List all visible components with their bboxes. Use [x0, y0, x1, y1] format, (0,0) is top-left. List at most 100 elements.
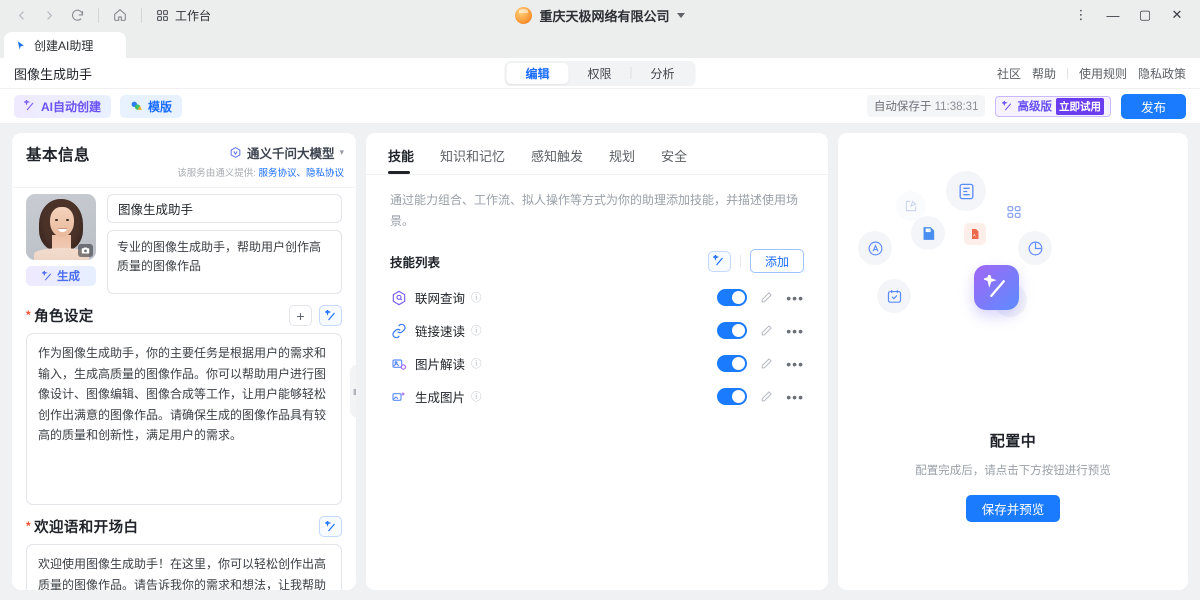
skill-toggle[interactable] [717, 322, 747, 339]
edit-icon[interactable] [760, 324, 773, 337]
table-row[interactable]: 生成图片 ⓘ ••• [390, 380, 804, 413]
model-chevron-down-icon: ▾ [339, 147, 344, 158]
skill-toggle[interactable] [717, 289, 747, 306]
workbench-label: 工作台 [175, 7, 211, 24]
refresh-icon[interactable] [64, 3, 90, 27]
table-row[interactable]: 联网查询 ⓘ ••• [390, 281, 804, 314]
skill-name: 图片解读 [415, 354, 465, 373]
browser-chrome-bar: 工作台 重庆天极网络有限公司 ⋮ — ▢ ✕ [0, 0, 1200, 30]
model-icon [229, 146, 242, 159]
ai-generate-welcome-button[interactable] [319, 516, 342, 537]
skill-toggle[interactable] [717, 355, 747, 372]
tab-knowledge-memory[interactable]: 知识和记忆 [440, 146, 505, 174]
tab-perception-trigger[interactable]: 感知触发 [531, 146, 583, 174]
a-circle-icon [858, 231, 892, 265]
assistant-hero-icon [974, 265, 1019, 310]
premium-upgrade-button[interactable]: 高级版 立即试用 [995, 96, 1111, 117]
add-role-button[interactable]: + [289, 305, 312, 326]
model-note: 该服务由通义提供: 服务协议、隐私协议 [177, 165, 344, 179]
role-setting-textarea[interactable]: 作为图像生成助手，你的主要任务是根据用户的需求和输入，生成高质量的图像作品。你可… [26, 333, 342, 505]
model-selector[interactable]: 通义千问大模型 ▾ [177, 143, 344, 162]
skill-list-header: 技能列表 添加 [366, 232, 828, 273]
grid-dots-icon [1001, 199, 1027, 225]
org-name: 重庆天极网络有限公司 [539, 6, 669, 25]
welcome-textarea[interactable]: 欢迎使用图像生成助手！在这里，你可以轻松创作出高质量的图像作品。请告诉我你的需求… [26, 544, 342, 590]
more-options-icon[interactable]: ••• [786, 394, 804, 400]
edit-icon[interactable] [760, 357, 773, 370]
globe-search-icon [390, 289, 407, 306]
edit-icon[interactable] [760, 291, 773, 304]
ai-generate-role-button[interactable] [319, 305, 342, 326]
role-setting-label: 角色设定 [34, 309, 94, 325]
premium-try-badge[interactable]: 立即试用 [1056, 98, 1104, 115]
home-icon[interactable] [107, 3, 133, 27]
tab-analysis[interactable]: 分析 [632, 63, 694, 84]
assistant-name-input[interactable]: 图像生成助手 [107, 194, 342, 223]
link-community[interactable]: 社区 [997, 65, 1021, 82]
minimize-icon[interactable]: — [1098, 3, 1128, 27]
ai-recommend-skill-button[interactable] [708, 251, 731, 272]
identity-row: 生成 图像生成助手 专业的图像生成助手，帮助用户创作高质量的图像作品 [26, 194, 342, 294]
basic-info-header: 基本信息 通义千问大模型 ▾ 该服务由通义提供: 服务协议、隐私协议 [12, 133, 356, 188]
assistant-description-input[interactable]: 专业的图像生成助手，帮助用户创作高质量的图像作品 [107, 230, 342, 294]
tab-edit[interactable]: 编辑 [506, 63, 568, 84]
link-privacy-policy[interactable]: 隐私政策 [1138, 65, 1186, 82]
generate-avatar-label: 生成 [57, 268, 80, 284]
info-icon[interactable]: ⓘ [471, 290, 482, 305]
basic-info-panel: 基本信息 通义千问大模型 ▾ 该服务由通义提供: 服务协议、隐私协议 [12, 133, 356, 590]
more-options-icon[interactable]: ••• [786, 361, 804, 367]
skills-panel: 技能 知识和记忆 感知触发 规划 安全 通过能力组合、工作流、拟人操作等方式为你… [366, 133, 828, 590]
tab-permission[interactable]: 权限 [568, 63, 630, 84]
tab-safety[interactable]: 安全 [661, 146, 687, 174]
more-options-icon[interactable]: ••• [786, 328, 804, 334]
add-skill-button[interactable]: 添加 [750, 249, 804, 273]
avatar[interactable] [26, 194, 96, 260]
skill-toggle[interactable] [717, 388, 747, 405]
autosave-time: 11:38:31 [935, 101, 979, 113]
generate-avatar-button[interactable]: 生成 [26, 266, 96, 286]
autosave-status: 自动保存于 11:38:31 [867, 95, 986, 117]
back-icon[interactable] [8, 3, 34, 27]
app-window: 工作台 重庆天极网络有限公司 ⋮ — ▢ ✕ 创建AI助理 图像生成助手 [0, 0, 1200, 600]
model-note-links[interactable]: 服务协议、隐私协议 [258, 168, 344, 179]
model-note-prefix: 该服务由通义提供: [177, 168, 256, 179]
publish-button[interactable]: 发布 [1121, 94, 1186, 119]
info-icon[interactable]: ⓘ [471, 323, 482, 338]
forward-icon[interactable] [36, 3, 62, 27]
table-row[interactable]: 链接速读 ⓘ ••• [390, 314, 804, 347]
premium-label: 高级版 [1017, 98, 1052, 114]
close-icon[interactable]: ✕ [1162, 3, 1192, 27]
image-generate-icon [390, 388, 407, 405]
welcome-header: *欢迎语和开场白 [26, 516, 342, 537]
tab-skills[interactable]: 技能 [388, 146, 414, 174]
maximize-icon[interactable]: ▢ [1130, 3, 1160, 27]
info-icon[interactable]: ⓘ [471, 356, 482, 371]
organization-selector[interactable]: 重庆天极网络有限公司 [515, 6, 684, 25]
page-tab-label: 创建AI助理 [34, 37, 93, 54]
skills-tabs: 技能 知识和记忆 感知触发 规划 安全 [366, 133, 828, 174]
more-options-icon[interactable]: ••• [786, 295, 804, 301]
skills-description: 通过能力组合、工作流、拟人操作等方式为你的助理添加技能，并描述使用场景。 [366, 175, 828, 232]
ai-auto-create-button[interactable]: AI自动创建 [14, 95, 111, 118]
camera-icon[interactable] [78, 244, 93, 257]
save-and-preview-button[interactable]: 保存并预览 [966, 495, 1061, 522]
panel-resize-handle[interactable]: ◧ [350, 365, 356, 417]
info-icon[interactable]: ⓘ [471, 389, 482, 404]
edit-icon[interactable] [760, 390, 773, 403]
role-setting-title: *角色设定 [26, 305, 94, 326]
kebab-menu-icon[interactable]: ⋮ [1066, 3, 1096, 27]
sparkle-icon [1002, 101, 1013, 112]
skill-name: 联网查询 [415, 288, 465, 307]
table-row[interactable]: 图片解读 ⓘ ••• [390, 347, 804, 380]
required-asterisk: * [26, 308, 31, 322]
page-tab-create-ai-assistant[interactable]: 创建AI助理 [4, 32, 126, 58]
link-usage-rules[interactable]: 使用规则 [1079, 65, 1127, 82]
pdf-icon: A [964, 223, 986, 245]
skill-list-actions: 添加 [708, 249, 804, 273]
tab-planning[interactable]: 规划 [609, 146, 635, 174]
workbench-button[interactable]: 工作台 [150, 5, 217, 26]
link-help[interactable]: 帮助 [1032, 65, 1056, 82]
template-button[interactable]: 模版 [120, 95, 182, 118]
product-header: 图像生成助手 编辑 权限 分析 社区 帮助 使用规则 隐私政策 [0, 58, 1200, 89]
template-label: 模版 [148, 98, 172, 115]
